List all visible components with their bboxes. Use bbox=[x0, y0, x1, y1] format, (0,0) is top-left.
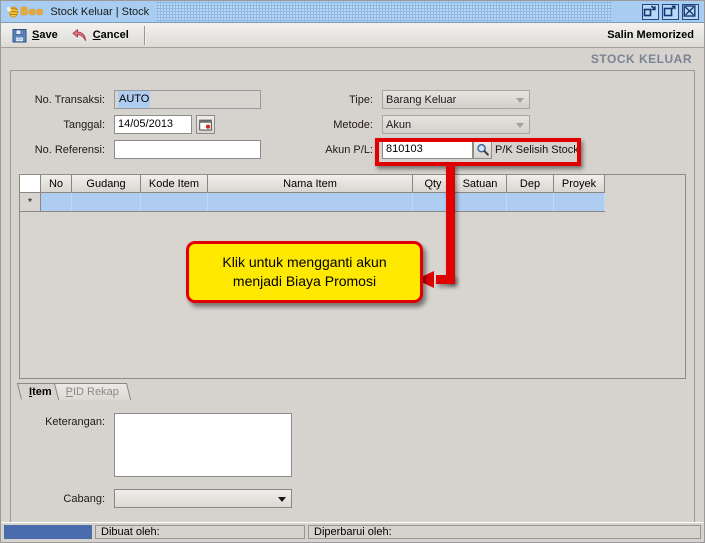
metode-select[interactable]: Akun bbox=[382, 115, 530, 134]
field-metode: Metode: Akun bbox=[311, 115, 530, 134]
window-title: Stock Keluar | Stock bbox=[50, 5, 150, 18]
akun-pl-account-name: P/K Selisih Stock bbox=[495, 143, 579, 156]
form-panel: No. Transaksi: AUTO Tanggal: 14/05/2013 bbox=[10, 70, 695, 522]
keterangan-label: Keterangan: bbox=[45, 416, 105, 428]
table-header-row: No Gudang Kode Item Nama Item Qty Satuan… bbox=[20, 175, 605, 193]
footer-fields: Keterangan: Cabang: bbox=[11, 401, 694, 522]
application-window: Bee Stock Keluar | Stock Save Cancel Sal… bbox=[0, 0, 705, 543]
no-referensi-label: No. Referensi: bbox=[34, 143, 105, 156]
cell-qty[interactable] bbox=[412, 192, 454, 212]
restore-icon bbox=[643, 4, 656, 16]
save-label: Save bbox=[32, 29, 58, 41]
tab-pid-rekap-label: PID Rekap bbox=[65, 385, 119, 398]
field-akun-pl: Akun P/L: 810103 P/K Selisih Stock bbox=[311, 140, 579, 159]
column-header-proyek[interactable]: Proyek bbox=[553, 175, 605, 193]
cabang-label: Cabang: bbox=[63, 492, 105, 505]
row-new-marker: * bbox=[20, 192, 41, 212]
cancel-label: Cancel bbox=[92, 29, 129, 41]
status-updated-by: Diperbarui oleh: bbox=[308, 525, 701, 539]
page-title: STOCK KELUAR bbox=[590, 51, 692, 66]
status-bar: Dibuat oleh: Diperbarui oleh: bbox=[1, 522, 704, 542]
column-header-kode-item[interactable]: Kode Item bbox=[140, 175, 208, 193]
maximize-button[interactable] bbox=[662, 3, 679, 20]
cabang-select[interactable] bbox=[114, 489, 292, 508]
close-icon bbox=[683, 4, 696, 17]
floppy-disk-icon bbox=[12, 28, 27, 42]
page-header-band: STOCK KELUAR bbox=[1, 48, 704, 70]
akun-pl-lookup-button[interactable] bbox=[473, 140, 492, 159]
main-toolbar: Save Cancel Salin Memorized bbox=[1, 23, 704, 48]
status-created-by: Dibuat oleh: bbox=[95, 525, 305, 539]
field-keterangan: Keterangan: bbox=[21, 413, 292, 477]
cell-proyek[interactable] bbox=[553, 192, 605, 212]
tab-item-label: Item bbox=[29, 385, 52, 398]
tanggal-label: Tanggal: bbox=[63, 118, 105, 131]
no-transaksi-input[interactable]: AUTO bbox=[114, 90, 261, 109]
tanggal-picker-button[interactable] bbox=[196, 115, 215, 134]
close-button[interactable] bbox=[682, 3, 699, 20]
field-no-transaksi: No. Transaksi: AUTO bbox=[21, 90, 266, 109]
restore-button[interactable] bbox=[642, 3, 659, 20]
header-fields: No. Transaksi: AUTO Tanggal: 14/05/2013 bbox=[11, 71, 694, 166]
undo-arrow-icon bbox=[72, 28, 86, 41]
no-referensi-input[interactable] bbox=[114, 140, 261, 159]
cell-satuan[interactable] bbox=[453, 192, 507, 212]
column-header-gudang[interactable]: Gudang bbox=[71, 175, 141, 193]
toolbar-divider bbox=[143, 25, 146, 45]
field-cabang: Cabang: bbox=[21, 489, 292, 508]
app-logo: Bee bbox=[7, 5, 43, 18]
chevron-down-icon bbox=[516, 97, 524, 103]
title-bar-texture bbox=[156, 2, 612, 21]
field-tanggal: Tanggal: 14/05/2013 bbox=[21, 115, 215, 134]
keterangan-textarea[interactable] bbox=[114, 413, 292, 477]
tanggal-input[interactable]: 14/05/2013 bbox=[114, 115, 192, 134]
bee-icon bbox=[7, 6, 19, 18]
cell-nama-item[interactable] bbox=[207, 192, 413, 212]
calendar-icon bbox=[199, 119, 212, 131]
cell-dep[interactable] bbox=[506, 192, 554, 212]
column-header-nama-item[interactable]: Nama Item bbox=[207, 175, 413, 193]
grid-corner-cell bbox=[20, 175, 41, 193]
chevron-down-icon bbox=[278, 496, 286, 502]
field-tipe: Tipe: Barang Keluar bbox=[311, 90, 530, 109]
salin-memorized-button[interactable]: Salin Memorized bbox=[607, 29, 704, 41]
cell-no[interactable] bbox=[40, 192, 72, 212]
akun-pl-label: Akun P/L: bbox=[325, 143, 373, 156]
tipe-select[interactable]: Barang Keluar bbox=[382, 90, 530, 109]
column-header-dep[interactable]: Dep bbox=[506, 175, 554, 193]
items-table: No Gudang Kode Item Nama Item Qty Satuan… bbox=[20, 175, 605, 212]
maximize-icon bbox=[663, 5, 676, 16]
metode-label: Metode: bbox=[333, 118, 373, 131]
magnifier-icon bbox=[477, 144, 489, 156]
status-progress-indicator bbox=[4, 525, 92, 539]
cell-gudang[interactable] bbox=[71, 192, 141, 212]
detail-tabs: Item PID Rekap bbox=[16, 381, 131, 400]
logo-text: Bee bbox=[20, 5, 44, 18]
metode-value: Akun bbox=[386, 118, 412, 131]
items-grid[interactable]: No Gudang Kode Item Nama Item Qty Satuan… bbox=[19, 174, 686, 379]
no-transaksi-value: AUTO bbox=[118, 91, 151, 108]
chevron-down-icon bbox=[516, 122, 524, 128]
tipe-value: Barang Keluar bbox=[386, 93, 457, 106]
tipe-label: Tipe: bbox=[348, 93, 373, 106]
column-header-satuan[interactable]: Satuan bbox=[453, 175, 507, 193]
save-button[interactable]: Save bbox=[9, 24, 69, 46]
table-row[interactable]: * bbox=[20, 192, 605, 212]
cancel-button[interactable]: Cancel bbox=[69, 24, 140, 46]
title-bar: Bee Stock Keluar | Stock bbox=[1, 1, 704, 23]
tab-pid-rekap[interactable]: PID Rekap bbox=[53, 383, 131, 400]
window-controls bbox=[642, 3, 702, 20]
cell-kode-item[interactable] bbox=[140, 192, 208, 212]
column-header-qty[interactable]: Qty bbox=[412, 175, 454, 193]
akun-pl-input[interactable]: 810103 bbox=[382, 140, 473, 159]
field-no-referensi: No. Referensi: bbox=[21, 140, 261, 159]
no-transaksi-label: No. Transaksi: bbox=[34, 93, 105, 106]
column-header-no[interactable]: No bbox=[40, 175, 72, 193]
